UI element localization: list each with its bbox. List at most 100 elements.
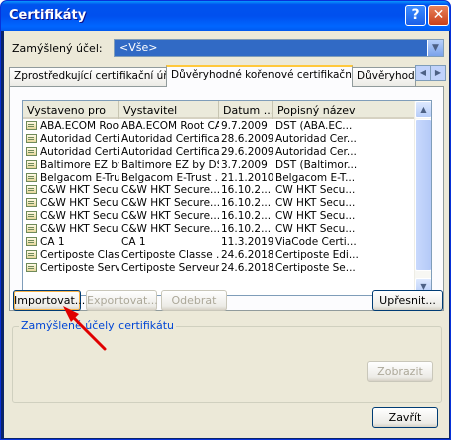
help-button[interactable]: ? — [405, 5, 426, 26]
table-row[interactable]: ABA.ECOM Root ...ABA.ECOM Root CA9.7.200… — [23, 120, 415, 133]
table-cell: ABA.ECOM Root ... — [25, 120, 119, 133]
tab-trusted-publishers[interactable]: Důvěryhodní vy — [352, 67, 416, 86]
table-cell: 24.6.2018 — [221, 262, 273, 275]
scroll-thumb[interactable] — [415, 119, 431, 271]
close-button[interactable]: Zavřít — [372, 407, 438, 428]
cell-text: Belgacom E-Tru... — [40, 171, 119, 184]
group-title: Zamýšlené účely certifikátu — [19, 319, 176, 332]
cell-text: ViaCode Certi... — [275, 236, 357, 249]
table-cell: Certiposte Edi... — [275, 249, 413, 262]
export-button[interactable]: Exportovat... — [86, 290, 158, 311]
table-cell: DST (Baltimor... — [275, 159, 413, 172]
certificate-icon — [26, 159, 37, 169]
cell-text: C&W HKT Secur... — [40, 184, 119, 197]
tab-scroll-left-icon[interactable]: ◀ — [415, 65, 431, 81]
certificate-icon — [26, 121, 37, 130]
import-button[interactable]: Importovat... — [13, 290, 85, 311]
table-row[interactable]: C&W HKT Secur...C&W HKT Secure...16.10.2… — [23, 223, 415, 236]
table-row[interactable]: C&W HKT Secur...C&W HKT Secure...16.10.2… — [23, 197, 415, 210]
table-cell: ViaCode Certi... — [275, 236, 413, 249]
purpose-label: Zamýšlený účel: — [12, 42, 103, 55]
table-cell: Belgacom E-Trust ... — [121, 172, 219, 185]
table-cell: 9.7.2009 — [221, 120, 273, 133]
table-row[interactable]: Certiposte Classe...Certiposte Classe ..… — [23, 249, 415, 262]
table-row[interactable]: Autoridad Certifi...Autoridad Certifica.… — [23, 146, 415, 159]
table-cell: 16.10.2... — [221, 210, 273, 223]
table-cell: 29.6.2009 — [221, 146, 273, 159]
vertical-scrollbar[interactable]: ▲ ▼ — [414, 101, 431, 295]
intended-purposes-group: Zamýšlené účely certifikátu Zobrazit — [12, 319, 442, 403]
column-expiration-date[interactable]: Datum ... — [219, 101, 273, 119]
table-row[interactable]: Certiposte Serve...Certiposte Serveur24.… — [23, 262, 415, 275]
cell-text: C&W HKT Secur... — [40, 223, 119, 236]
cell-text: C&W HKT Secure... — [121, 184, 219, 197]
table-cell: 11.3.2019 — [221, 236, 273, 249]
table-cell: 16.10.2... — [221, 197, 273, 210]
cell-text: Autoridad Cer... — [275, 132, 357, 145]
table-cell: 16.10.2... — [221, 184, 273, 197]
cell-text: 21.1.2010 — [221, 171, 273, 184]
cell-text: 24.6.2018 — [221, 248, 273, 261]
table-row[interactable]: Belgacom E-Tru...Belgacom E-Trust ...21.… — [23, 172, 415, 185]
table-cell: C&W HKT Secure... — [121, 223, 219, 236]
table-cell: C&W HKT Secure... — [121, 197, 219, 210]
list-rows: ABA.ECOM Root ...ABA.ECOM Root CA9.7.200… — [23, 120, 415, 275]
table-cell: 24.6.2018 — [221, 249, 273, 262]
table-row[interactable]: C&W HKT Secur...C&W HKT Secure...16.10.2… — [23, 184, 415, 197]
view-button[interactable]: Zobrazit — [367, 361, 433, 382]
table-cell: C&W HKT Secure... — [121, 184, 219, 197]
remove-button[interactable]: Odebrat — [161, 290, 227, 311]
cell-text: DST (ABA.EC... — [275, 120, 353, 132]
certificate-icon — [26, 172, 37, 182]
cell-text: C&W HKT Secure... — [121, 223, 219, 236]
cell-text: 9.7.2009 — [221, 120, 268, 132]
advanced-button[interactable]: Upřesnit... — [372, 290, 443, 311]
table-cell: Certiposte Se... — [275, 262, 413, 275]
table-row[interactable]: Autoridad Certifi...Autoridad Certifica.… — [23, 133, 415, 146]
cell-text: ABA.ECOM Root CA — [121, 120, 219, 132]
table-cell: ABA.ECOM Root CA — [121, 120, 219, 133]
cell-text: Autoridad Certifica... — [121, 145, 219, 158]
cell-text: Certiposte Se... — [275, 261, 356, 274]
certificate-icon — [26, 224, 37, 234]
table-cell: CW HKT Secu... — [275, 197, 413, 210]
dialog-body: Zamýšlený účel: <Vše> ▼ Zprostředkující … — [4, 31, 449, 438]
column-issuer[interactable]: Vystavitel — [119, 101, 219, 119]
table-cell: CA 1 — [25, 236, 119, 249]
table-cell: Autoridad Certifica... — [121, 133, 219, 146]
table-cell: Autoridad Certifi... — [25, 146, 119, 159]
table-cell: Autoridad Cer... — [275, 146, 413, 159]
cell-text: CA 1 — [40, 236, 65, 249]
tab-panel: Vystaveno pro Vystavitel Datum ... Popis… — [9, 86, 444, 311]
cell-text: Certiposte Classe... — [40, 248, 119, 261]
cell-text: Belgacom E-Trust ... — [121, 171, 219, 184]
cell-text: CW HKT Secu... — [275, 210, 356, 223]
tab-intermediate-ca[interactable]: Zprostředkující certifikační úřady — [9, 67, 167, 86]
cell-text: DST (Baltimor... — [275, 158, 358, 171]
purpose-dropdown[interactable]: <Vše> ▼ — [114, 39, 444, 57]
table-cell: C&W HKT Secur... — [25, 210, 119, 223]
cell-text: 16.10.2... — [221, 210, 272, 223]
table-cell: C&W HKT Secur... — [25, 223, 119, 236]
table-row[interactable]: Baltimore EZ by ...Baltimore EZ by DST3.… — [23, 159, 415, 172]
title-bar[interactable]: Certifikáty ? ✕ — [1, 1, 450, 31]
cell-text: C&W HKT Secur... — [40, 197, 119, 210]
purpose-value: <Vše> — [119, 41, 158, 54]
table-cell: CW HKT Secu... — [275, 223, 413, 236]
table-row[interactable]: C&W HKT Secur...C&W HKT Secure...16.10.2… — [23, 210, 415, 223]
cell-text: CW HKT Secu... — [275, 184, 356, 197]
certificate-list[interactable]: Vystaveno pro Vystavitel Datum ... Popis… — [22, 100, 432, 296]
chevron-down-icon[interactable]: ▼ — [427, 40, 443, 56]
table-row[interactable]: CA 1 CA 1 11.3.2019 ViaCode Certi... — [23, 236, 415, 249]
tab-strip: Zprostředkující certifikační úřady Důvěr… — [9, 65, 446, 87]
tab-scroll-right-icon[interactable]: ▶ — [430, 65, 446, 81]
cell-text: 3.7.2009 — [221, 158, 268, 171]
table-cell: Belgacom E-Tru... — [25, 172, 119, 185]
table-cell: 3.7.2009 — [221, 159, 273, 172]
table-cell: DST (ABA.EC... — [275, 120, 413, 133]
tab-trusted-root-ca[interactable]: Důvěryhodné kořenové certifikační úřady — [166, 65, 353, 87]
column-issued-to[interactable]: Vystaveno pro — [23, 101, 119, 119]
column-friendly-name[interactable]: Popisný název — [273, 101, 415, 119]
scroll-up-icon[interactable]: ▲ — [415, 101, 431, 118]
close-window-button[interactable]: ✕ — [428, 5, 449, 26]
